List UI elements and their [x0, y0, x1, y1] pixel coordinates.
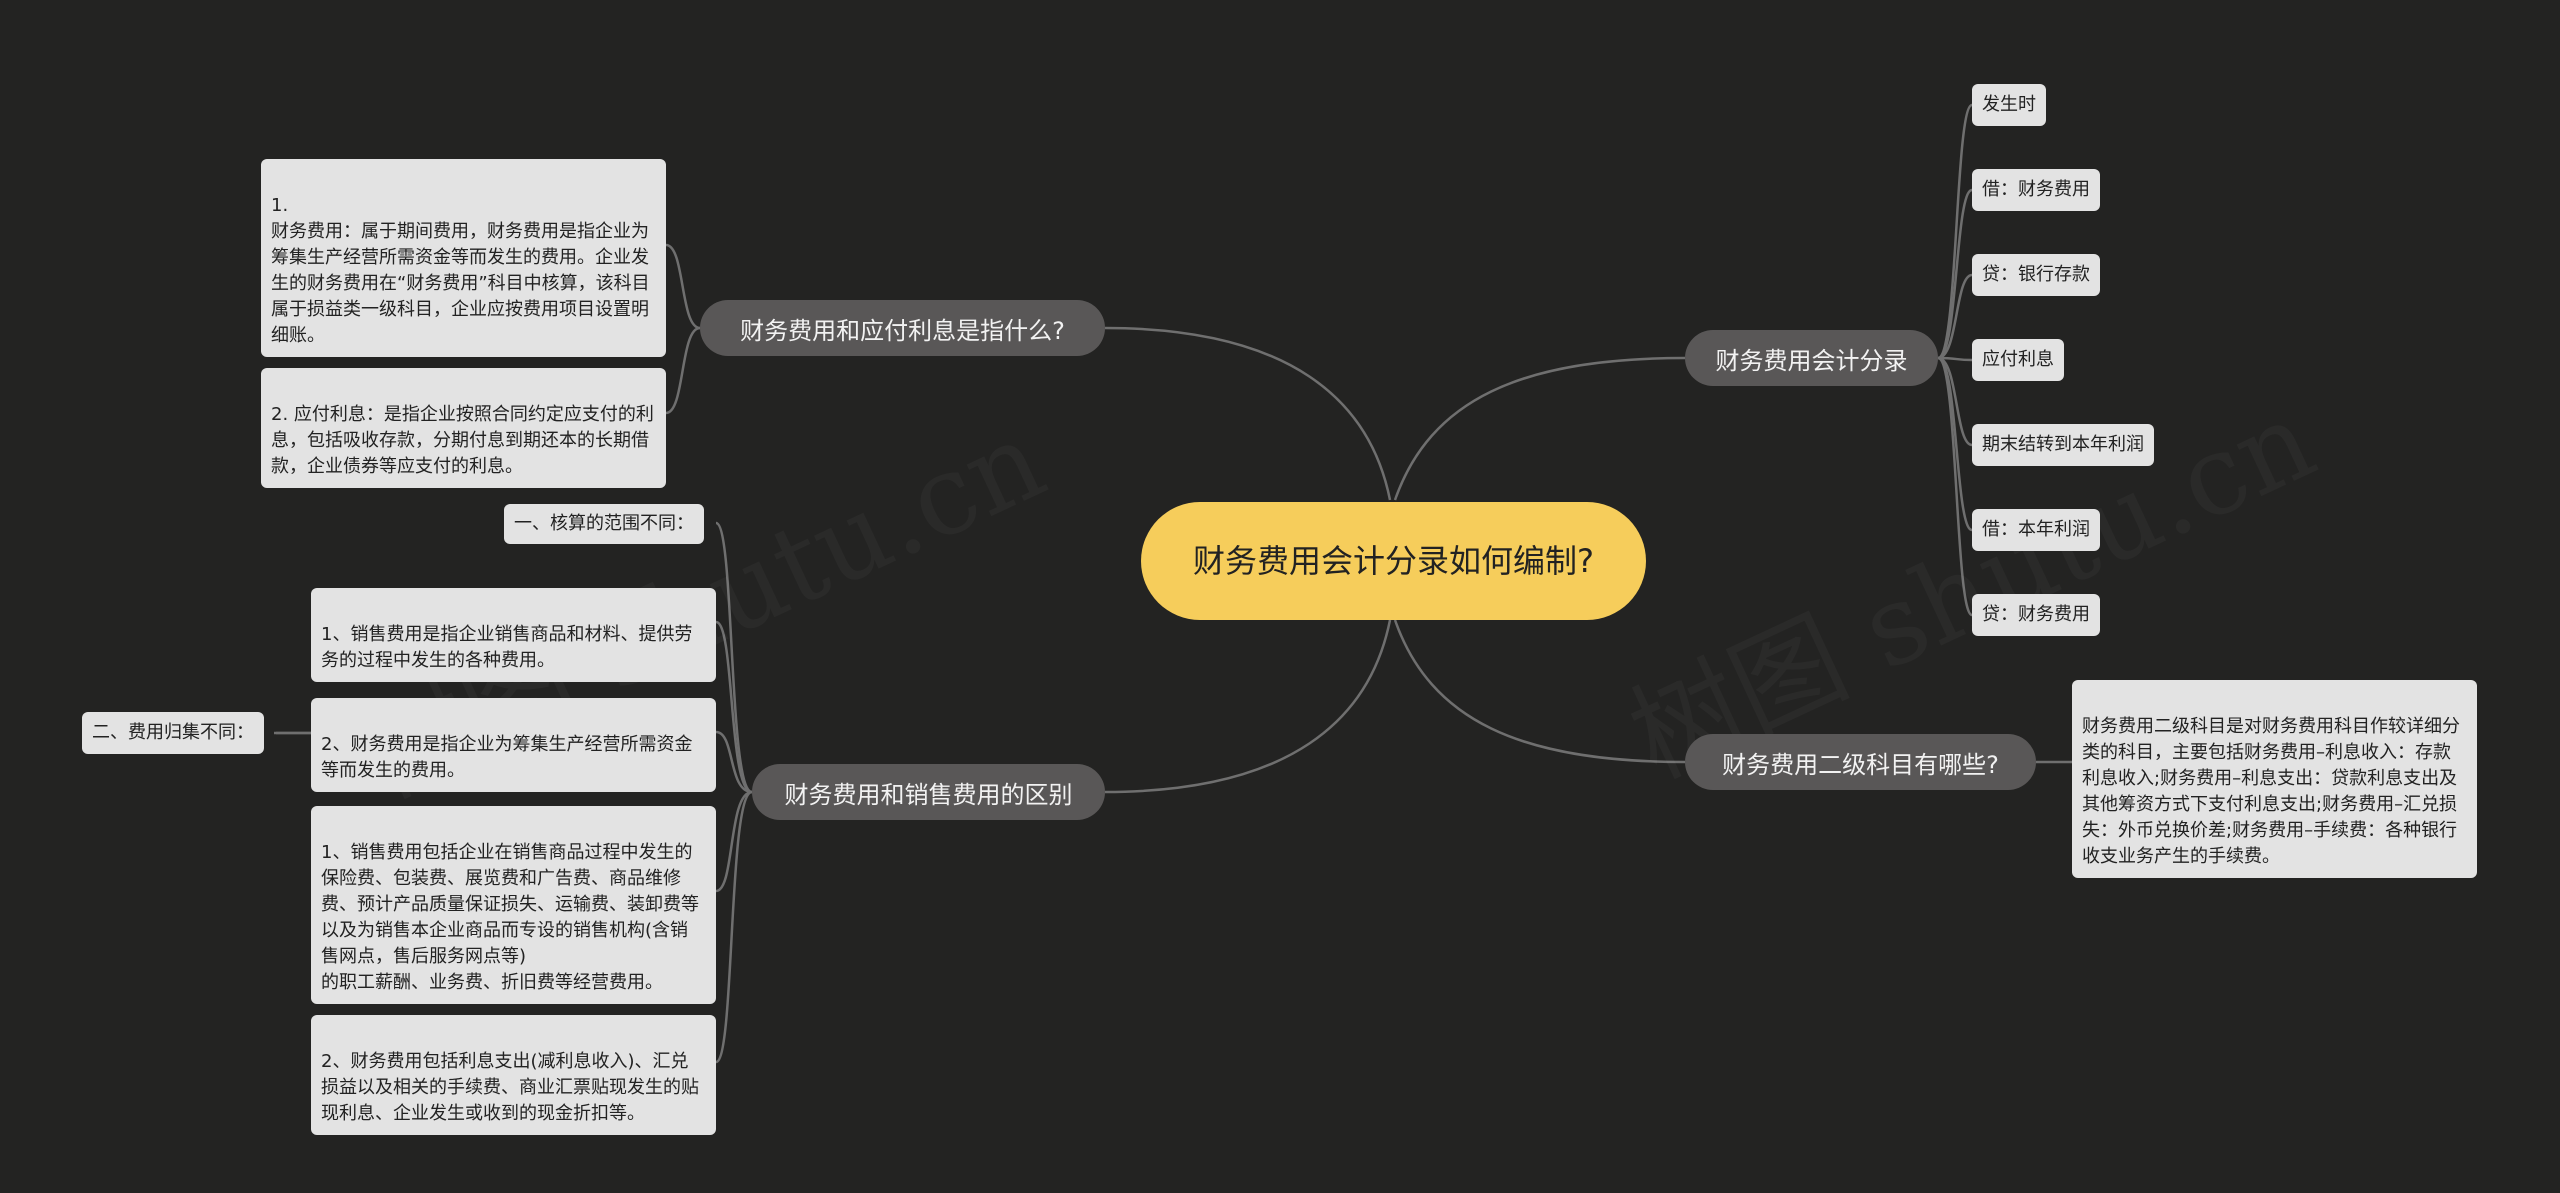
leaf-lb-3-text: 1、销售费用包括企业在销售商品过程中发生的保险费、包装费、展览费和广告费、商品维… — [321, 842, 699, 993]
leaf-lb-3[interactable]: 1、销售费用包括企业在销售商品过程中发生的保险费、包装费、展览费和广告费、商品维… — [311, 806, 716, 1004]
central-topic[interactable]: 财务费用会计分录如何编制? — [1141, 502, 1646, 620]
leaf-rt-3[interactable]: 应付利息 — [1972, 339, 2064, 381]
branch-definitions-label: 财务费用和应付利息是指什么? — [740, 316, 1065, 345]
leaf-rt-5-text: 借：本年利润 — [1982, 519, 2090, 540]
branch-differences-label: 财务费用和销售费用的区别 — [784, 780, 1073, 809]
branch-definitions[interactable]: 财务费用和应付利息是指什么? — [700, 300, 1105, 356]
leaf-lt-1[interactable]: 2. 应付利息：是指企业按照合同约定应支付的利息，包括吸收存款，分期付息到期还本… — [261, 368, 666, 488]
leaf-lb-0[interactable]: 一、核算的范围不同： — [504, 504, 704, 544]
leaf-lt-1-text: 2. 应付利息：是指企业按照合同约定应支付的利息，包括吸收存款，分期付息到期还本… — [271, 404, 654, 477]
leaf-rt-0-text: 发生时 — [1982, 94, 2036, 115]
branch-secondary-accounts[interactable]: 财务费用二级科目有哪些? — [1685, 734, 2036, 790]
leaf-rt-6[interactable]: 贷：财务费用 — [1972, 594, 2100, 636]
leaf-lb-4[interactable]: 2、财务费用包括利息支出(减利息收入)、汇兑损益以及相关的手续费、商业汇票贴现发… — [311, 1015, 716, 1135]
leaf-rt-5[interactable]: 借：本年利润 — [1972, 509, 2100, 551]
leaf-group-label-text: 二、费用归集不同： — [92, 722, 254, 743]
leaf-rt-1[interactable]: 借：财务费用 — [1972, 169, 2100, 211]
leaf-lb-1-text: 1、销售费用是指企业销售商品和材料、提供劳务的过程中发生的各种费用。 — [321, 624, 693, 671]
branch-secondary-accounts-label: 财务费用二级科目有哪些? — [1722, 750, 1999, 779]
leaf-secondary-accounts-body: 财务费用二级科目是对财务费用科目作较详细分类的科目，主要包括财务费用–利息收入：… — [2082, 716, 2460, 867]
leaf-rt-2[interactable]: 贷：银行存款 — [1972, 254, 2100, 296]
leaf-lb-4-text: 2、财务费用包括利息支出(减利息收入)、汇兑损益以及相关的手续费、商业汇票贴现发… — [321, 1051, 699, 1124]
branch-journal-entries[interactable]: 财务费用会计分录 — [1685, 330, 1938, 386]
leaf-lt-0-text: 1. 财务费用：属于期间费用，财务费用是指企业为筹集生产经营所需资金等而发生的费… — [271, 195, 650, 346]
leaf-rt-1-text: 借：财务费用 — [1982, 179, 2090, 200]
branch-differences[interactable]: 财务费用和销售费用的区别 — [752, 764, 1105, 820]
link-lt-0 — [665, 243, 701, 330]
leaf-rt-6-text: 贷：财务费用 — [1982, 604, 2090, 625]
link-lb-2 — [715, 730, 753, 794]
branch-journal-entries-label: 财务费用会计分录 — [1715, 346, 1908, 375]
leaf-group-label[interactable]: 二、费用归集不同： — [82, 712, 264, 754]
mindmap-canvas: 树图 shutu.cn 树图 shutu.cn 财务费用会计分录如何编制? 财务… — [0, 0, 2560, 1193]
leaf-rt-0[interactable]: 发生时 — [1972, 84, 2046, 126]
leaf-lb-0-text: 一、核算的范围不同： — [514, 513, 694, 534]
leaf-rt-2-text: 贷：银行存款 — [1982, 264, 2090, 285]
link-rt-1 — [1937, 188, 1973, 360]
leaf-lb-2-text: 2、财务费用是指企业为筹集生产经营所需资金等而发生的费用。 — [321, 734, 693, 781]
leaf-rt-4[interactable]: 期末结转到本年利润 — [1972, 424, 2154, 466]
leaf-rt-3-text: 应付利息 — [1982, 349, 2054, 370]
link-lt-1 — [665, 326, 701, 415]
leaf-lb-2[interactable]: 2、财务费用是指企业为筹集生产经营所需资金等而发生的费用。 — [311, 698, 716, 792]
central-topic-label: 财务费用会计分录如何编制? — [1193, 542, 1594, 580]
link-central-left-bottom — [1104, 619, 1392, 794]
leaf-lt-0[interactable]: 1. 财务费用：属于期间费用，财务费用是指企业为筹集生产经营所需资金等而发生的费… — [261, 159, 666, 357]
leaf-secondary-accounts-text[interactable]: 财务费用二级科目是对财务费用科目作较详细分类的科目，主要包括财务费用–利息收入：… — [2072, 680, 2477, 878]
leaf-rt-4-text: 期末结转到本年利润 — [1982, 434, 2144, 455]
leaf-lb-1[interactable]: 1、销售费用是指企业销售商品和材料、提供劳务的过程中发生的各种费用。 — [311, 588, 716, 682]
link-central-left-top — [1104, 326, 1392, 501]
link-central-right-top — [1393, 356, 1686, 501]
